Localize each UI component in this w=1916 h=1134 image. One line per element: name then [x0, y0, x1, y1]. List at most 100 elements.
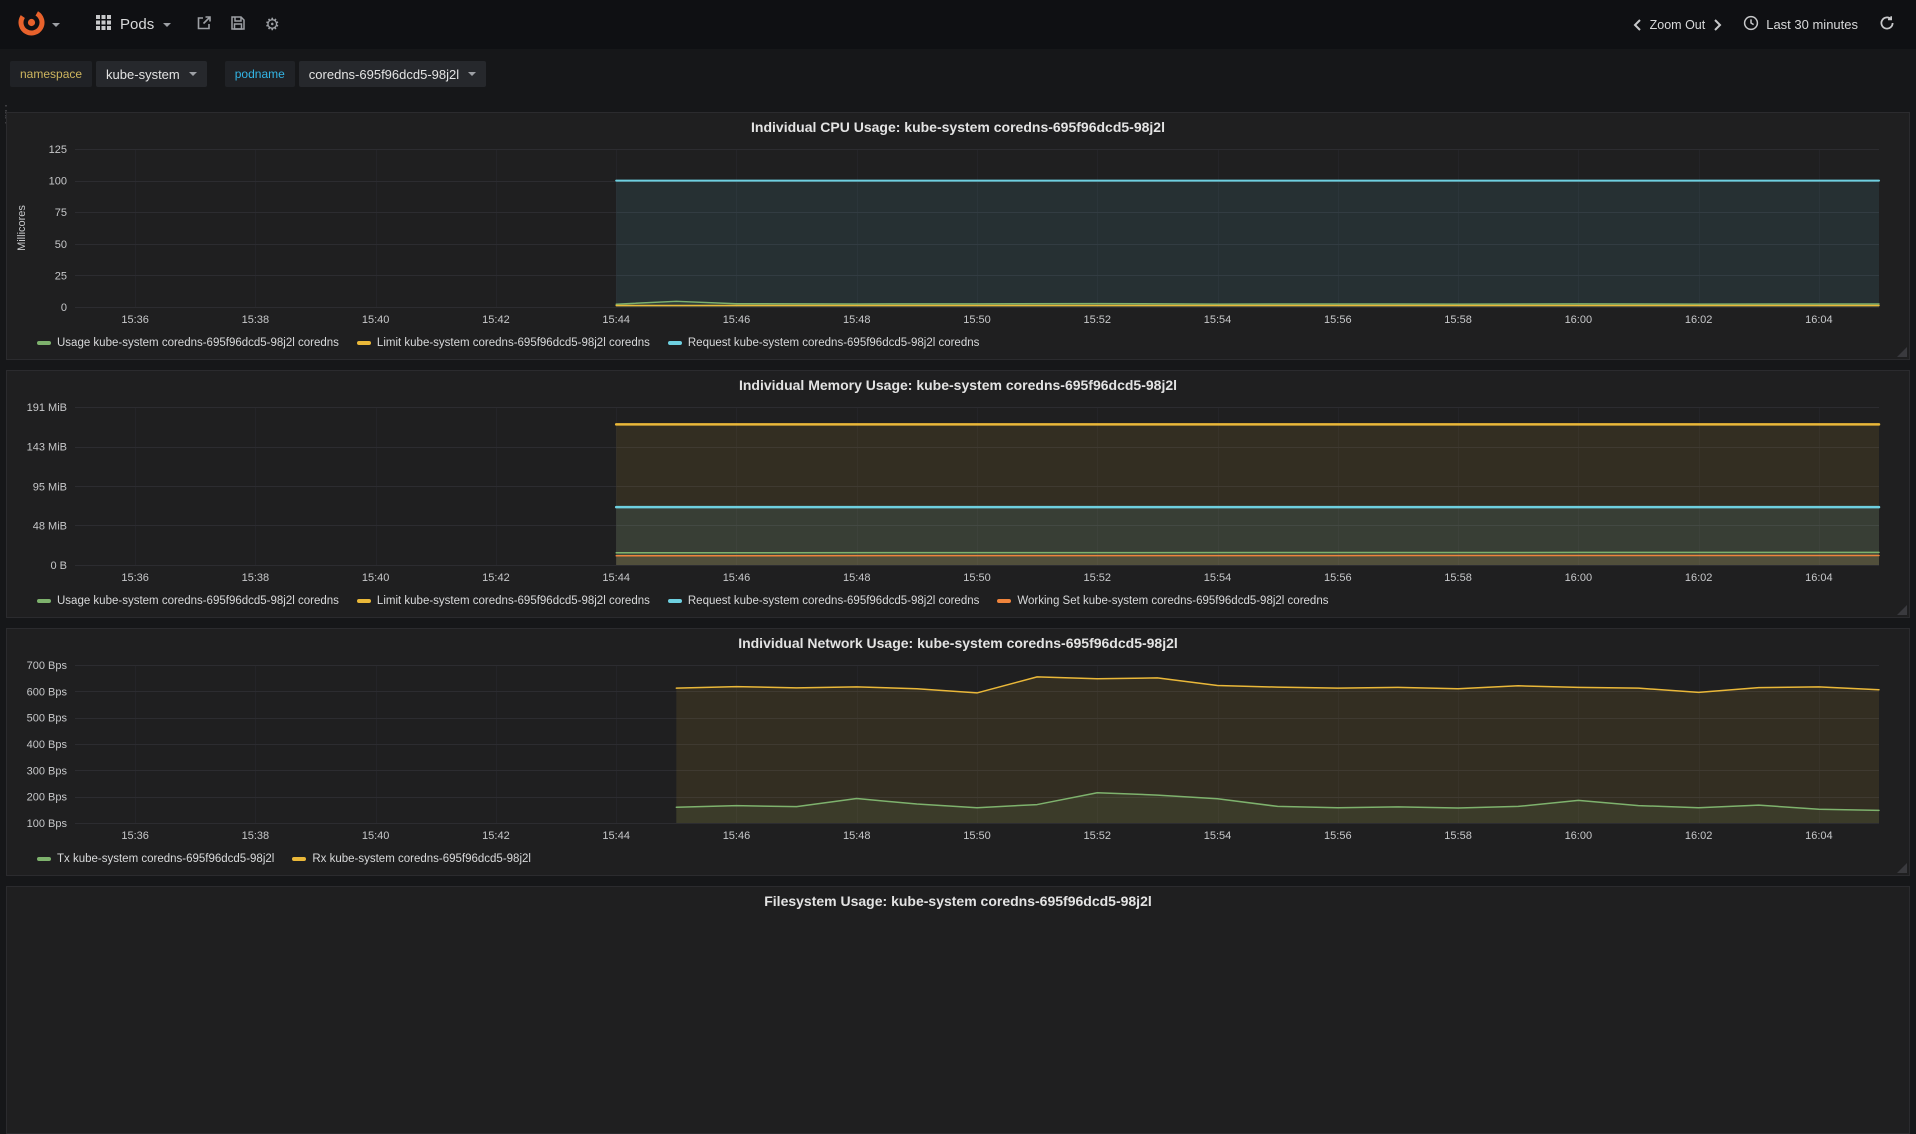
panel-resize-handle[interactable]	[1897, 863, 1907, 873]
cpu-usage-legend: Usage kube-system coredns-695f96dcd5-98j…	[7, 331, 1909, 355]
zoom-out-button[interactable]: Zoom Out	[1650, 18, 1706, 32]
legend-series-icon	[667, 599, 682, 603]
legend-series-name: Limit kube-system coredns-695f96dcd5-98j…	[376, 337, 650, 349]
legend-series-name: Usage kube-system coredns-695f96dcd5-98j…	[57, 595, 339, 607]
svg-text:15:38: 15:38	[242, 830, 270, 842]
refresh-button[interactable]	[1870, 8, 1904, 42]
legend-item[interactable]: Request kube-system coredns-695f96dcd5-9…	[667, 595, 979, 607]
svg-text:15:46: 15:46	[723, 572, 751, 584]
clock-icon	[1743, 15, 1759, 34]
svg-text:15:52: 15:52	[1084, 830, 1112, 842]
legend-item[interactable]: Tx kube-system coredns-695f96dcd5-98j2l	[37, 853, 274, 865]
svg-text:0 B: 0 B	[50, 560, 67, 572]
svg-text:15:36: 15:36	[121, 314, 149, 326]
dashboard-title-caret-icon	[163, 22, 172, 31]
svg-text:16:04: 16:04	[1805, 830, 1833, 842]
chart-canvas: 0 B 48 MiB 95 MiB 143 MiB 191 MiB 15:36 15:38 1…	[27, 402, 1881, 584]
variable-podname-value: coredns-695f96dcd5-98j2l	[308, 66, 460, 82]
memory-usage-legend: Usage kube-system coredns-695f96dcd5-98j…	[7, 589, 1909, 613]
legend-series-icon	[997, 599, 1012, 603]
svg-text:15:56: 15:56	[1324, 830, 1352, 842]
svg-text:500 Bps: 500 Bps	[27, 713, 68, 725]
svg-text:16:04: 16:04	[1805, 314, 1833, 326]
panel-title[interactable]: Individual CPU Usage: kube-system coredn…	[7, 113, 1909, 141]
variable-podname-value-dropdown[interactable]: coredns-695f96dcd5-98j2l	[298, 61, 487, 87]
svg-text:75: 75	[55, 207, 67, 219]
panel-title[interactable]: Individual Network Usage: kube-system co…	[7, 629, 1909, 657]
svg-text:100 Bps: 100 Bps	[27, 818, 68, 830]
legend-item[interactable]: Rx kube-system coredns-695f96dcd5-98j2l	[292, 853, 531, 865]
svg-text:125: 125	[49, 144, 67, 156]
legend-item[interactable]: Request kube-system coredns-695f96dcd5-9…	[667, 337, 979, 349]
svg-text:15:56: 15:56	[1324, 314, 1352, 326]
gear-icon: ⚙	[264, 15, 280, 34]
svg-text:15:38: 15:38	[242, 314, 270, 326]
legend-item[interactable]: Limit kube-system coredns-695f96dcd5-98j…	[356, 337, 650, 349]
svg-text:400 Bps: 400 Bps	[27, 739, 68, 751]
legend-item[interactable]: Limit kube-system coredns-695f96dcd5-98j…	[356, 595, 650, 607]
svg-text:15:44: 15:44	[602, 572, 630, 584]
svg-text:15:40: 15:40	[362, 314, 390, 326]
time-shift-right-button[interactable]	[1707, 12, 1729, 38]
legend-series-name: Usage kube-system coredns-695f96dcd5-98j…	[57, 337, 339, 349]
refresh-icon	[1879, 15, 1895, 34]
panel-title[interactable]: Individual Memory Usage: kube-system cor…	[7, 371, 1909, 399]
svg-text:15:42: 15:42	[482, 314, 510, 326]
grafana-logo-icon	[18, 9, 45, 41]
svg-text:15:40: 15:40	[362, 572, 390, 584]
svg-text:15:44: 15:44	[602, 830, 630, 842]
share-button[interactable]	[187, 8, 221, 42]
svg-text:16:00: 16:00	[1565, 572, 1593, 584]
svg-text:15:46: 15:46	[723, 830, 751, 842]
svg-text:16:02: 16:02	[1685, 572, 1713, 584]
svg-text:15:48: 15:48	[843, 314, 871, 326]
panel-individual-cpu-usage: Individual CPU Usage: kube-system coredn…	[6, 112, 1910, 360]
svg-text:15:58: 15:58	[1444, 572, 1472, 584]
legend-series-name: Working Set kube-system coredns-695f96dc…	[1017, 595, 1329, 607]
legend-item[interactable]: Working Set kube-system coredns-695f96dc…	[997, 595, 1328, 607]
legend-item[interactable]: Usage kube-system coredns-695f96dcd5-98j…	[37, 337, 339, 349]
save-icon	[230, 15, 246, 34]
cpu-usage-chart[interactable]: 0 25 50 75 100 125 15:36 15:38 15:40 15:42 15:44 15…	[11, 141, 1905, 331]
svg-text:15:42: 15:42	[482, 830, 510, 842]
svg-text:15:44: 15:44	[602, 314, 630, 326]
variable-namespace-value: kube-system	[106, 66, 180, 82]
svg-text:15:42: 15:42	[482, 572, 510, 584]
grafana-logo[interactable]	[12, 5, 66, 45]
dashboard-title-dropdown[interactable]: Pods	[96, 14, 172, 35]
svg-text:15:52: 15:52	[1084, 572, 1112, 584]
svg-text:16:00: 16:00	[1565, 314, 1593, 326]
svg-text:15:54: 15:54	[1204, 314, 1232, 326]
dashboard-title: Pods	[120, 16, 155, 33]
panel-resize-handle[interactable]	[1897, 347, 1907, 357]
legend-item[interactable]: Usage kube-system coredns-695f96dcd5-98j…	[37, 595, 339, 607]
time-range-picker[interactable]: Last 30 minutes	[1743, 15, 1858, 34]
variable-namespace: namespace kube-system	[10, 61, 207, 87]
chevron-down-icon	[468, 72, 477, 80]
chart-canvas: 0 25 50 75 100 125 15:36 15:38 15:40 15:42 15:44 15…	[16, 144, 1880, 326]
svg-text:15:50: 15:50	[963, 830, 991, 842]
svg-text:15:50: 15:50	[963, 314, 991, 326]
svg-text:16:02: 16:02	[1685, 830, 1713, 842]
chart-canvas: 100 Bps 200 Bps 300 Bps 400 Bps 500 Bps 600 B…	[27, 660, 1880, 842]
legend-series-icon	[37, 599, 51, 603]
svg-text:95 MiB: 95 MiB	[33, 481, 67, 493]
variable-namespace-value-dropdown[interactable]: kube-system	[96, 61, 207, 87]
legend-series-icon	[37, 341, 51, 345]
legend-series-name: Limit kube-system coredns-695f96dcd5-98j…	[376, 595, 650, 607]
svg-text:50: 50	[55, 239, 67, 251]
network-usage-chart[interactable]: 100 Bps 200 Bps 300 Bps 400 Bps 500 Bps 600 B…	[11, 657, 1905, 847]
panel-individual-network-usage: Individual Network Usage: kube-system co…	[6, 628, 1910, 876]
save-button[interactable]	[221, 8, 255, 42]
variable-podname: podname coredns-695f96dcd5-98j2l	[224, 61, 487, 87]
dashboard-grid-icon	[96, 14, 111, 35]
svg-text:15:48: 15:48	[843, 572, 871, 584]
settings-button[interactable]: ⚙	[255, 8, 289, 42]
time-shift-left-button[interactable]	[1626, 12, 1648, 38]
panel-resize-handle[interactable]	[1897, 605, 1907, 615]
svg-text:15:50: 15:50	[963, 572, 991, 584]
memory-usage-chart[interactable]: 0 B 48 MiB 95 MiB 143 MiB 191 MiB 15:36 15:38 1…	[11, 399, 1905, 589]
svg-text:700 Bps: 700 Bps	[27, 660, 68, 672]
svg-text:15:40: 15:40	[362, 830, 390, 842]
panel-title[interactable]: Filesystem Usage: kube-system coredns-69…	[7, 887, 1909, 915]
